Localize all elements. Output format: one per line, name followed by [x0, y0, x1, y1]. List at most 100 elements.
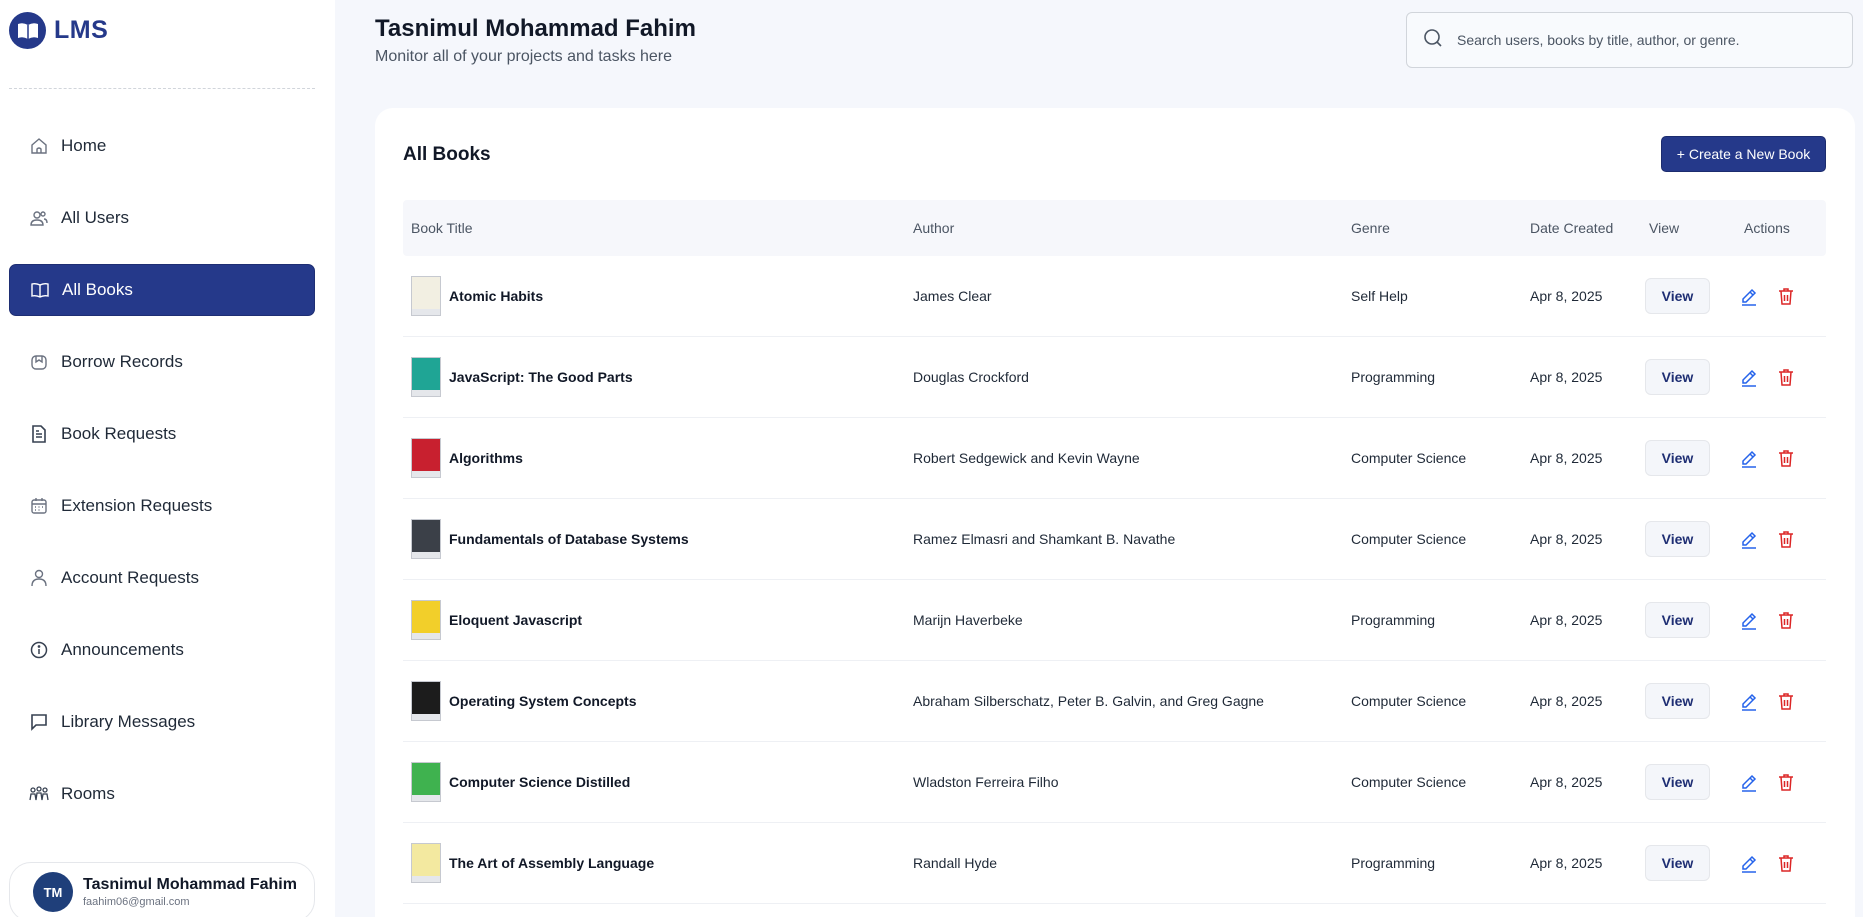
sidebar-item-label: Book Requests: [61, 424, 177, 443]
sidebar-item-all-books[interactable]: All Books: [9, 264, 315, 316]
book-cover-base: [412, 471, 440, 477]
book-cover-band: [412, 520, 440, 552]
column-header-author[interactable]: Author: [913, 220, 954, 236]
view-button[interactable]: View: [1645, 602, 1710, 638]
search-input[interactable]: [1457, 32, 1827, 48]
sidebar-item-all-users[interactable]: All Users: [9, 192, 315, 244]
view-button[interactable]: View: [1645, 278, 1710, 314]
column-header-date-created[interactable]: Date Created: [1530, 220, 1613, 236]
book-cover: [411, 600, 441, 640]
user-name: Tasnimul Mohammad Fahim: [83, 876, 297, 893]
book-logo-icon: [9, 12, 46, 49]
trash-icon[interactable]: [1776, 853, 1796, 873]
book-author: Robert Sedgewick and Kevin Wayne: [913, 450, 1140, 466]
user-icon: [29, 568, 49, 588]
table-row[interactable]: The Art of Assembly Language Randall Hyde…: [403, 823, 1826, 904]
edit-icon[interactable]: [1739, 691, 1759, 711]
sidebar-item-label: Home: [61, 136, 107, 155]
sidebar-item-rooms[interactable]: Rooms: [9, 768, 315, 820]
book-cover-base: [412, 876, 440, 882]
trash-icon[interactable]: [1776, 367, 1796, 387]
sidebar-item-announcements[interactable]: Announcements: [9, 624, 315, 676]
book-cover-band: [412, 844, 440, 876]
book-title: The Art of Assembly Language: [449, 855, 655, 871]
book-title: Computer Science Distilled: [449, 774, 631, 790]
book-cover-base: [412, 552, 440, 558]
table-row[interactable]: Computer Science Distilled Wladston Ferre…: [403, 742, 1826, 823]
trash-icon[interactable]: [1776, 448, 1796, 468]
sidebar-item-label: All Books: [62, 280, 133, 299]
column-header-book-title[interactable]: Book Title: [411, 220, 472, 236]
book-genre: Computer Science: [1351, 774, 1467, 790]
book-title-cell: Algorithms: [411, 418, 523, 498]
book-date-created: Apr 8, 2025: [1530, 774, 1603, 790]
book-author: Wladston Ferreira Filho: [913, 774, 1059, 790]
view-button[interactable]: View: [1645, 440, 1710, 476]
sidebar-item-home[interactable]: Home: [9, 120, 315, 172]
sidebar-item-book-requests[interactable]: Book Requests: [9, 408, 315, 460]
book-author: Marijn Haverbeke: [913, 612, 1023, 628]
book-cover-band: [412, 682, 440, 714]
book-title: Fundamentals of Database Systems: [449, 531, 689, 547]
book-cover: [411, 843, 441, 883]
section-title: All Books: [403, 144, 491, 165]
trash-icon[interactable]: [1776, 286, 1796, 306]
edit-icon[interactable]: [1739, 286, 1759, 306]
view-button[interactable]: View: [1645, 359, 1710, 395]
table-row[interactable]: Atomic Habits James Clear Self Help Apr 8, …: [403, 256, 1826, 337]
edit-icon[interactable]: [1739, 448, 1759, 468]
book-author: James Clear: [913, 288, 992, 304]
trash-icon[interactable]: [1776, 772, 1796, 792]
create-book-button[interactable]: + Create a New Book: [1661, 136, 1826, 172]
table-row[interactable]: JavaScript: The Good Parts Douglas Crockf…: [403, 337, 1826, 418]
sidebar-item-label: All Users: [61, 208, 130, 227]
table-row[interactable]: Eloquent Javascript Marijn Haverbeke Progr…: [403, 580, 1826, 661]
book-title-cell: Computer Science Distilled: [411, 742, 630, 822]
book-genre: Programming: [1351, 612, 1436, 628]
column-header-genre[interactable]: Genre: [1351, 220, 1390, 236]
sidebar-item-account-requests[interactable]: Account Requests: [9, 552, 315, 604]
book-cover: [411, 276, 441, 316]
book-genre: Computer Science: [1351, 450, 1467, 466]
book-cover-base: [412, 309, 440, 315]
sidebar-item-borrow-records[interactable]: Borrow Records: [9, 336, 315, 388]
view-button[interactable]: View: [1645, 683, 1710, 719]
edit-icon[interactable]: [1739, 367, 1759, 387]
book-genre: Programming: [1351, 369, 1436, 385]
edit-icon[interactable]: [1739, 610, 1759, 630]
book-date-created: Apr 8, 2025: [1530, 693, 1603, 709]
edit-icon[interactable]: [1739, 529, 1759, 549]
table-row[interactable]: Algorithms Robert Sedgewick and Kevin Way…: [403, 418, 1826, 499]
book-cover-base: [412, 390, 440, 396]
view-button[interactable]: View: [1645, 521, 1710, 557]
sidebar-item-extension-requests[interactable]: Extension Requests: [9, 480, 315, 532]
sidebar-nav: Home All Users All Books Borrow Records …: [9, 120, 315, 840]
book-cover-band: [412, 601, 440, 633]
book-author: Douglas Crockford: [913, 369, 1029, 385]
sidebar-item-label: Library Messages: [61, 712, 196, 731]
view-button[interactable]: View: [1645, 845, 1710, 881]
trash-icon[interactable]: [1776, 610, 1796, 630]
table-row[interactable]: Fundamentals of Database Systems Ramez El…: [403, 499, 1826, 580]
user-email: faahim06@gmail.com: [83, 896, 190, 908]
home-icon: [29, 136, 49, 156]
book-cover-base: [412, 795, 440, 801]
borrow-icon: [29, 352, 49, 372]
brand[interactable]: LMS: [9, 12, 108, 49]
book-title-cell: The Art of Assembly Language: [411, 823, 654, 903]
search-box[interactable]: [1406, 12, 1853, 68]
view-button[interactable]: View: [1645, 764, 1710, 800]
trash-icon[interactable]: [1776, 529, 1796, 549]
book-author: Ramez Elmasri and Shamkant B. Navathe: [913, 531, 1176, 547]
edit-icon[interactable]: [1739, 772, 1759, 792]
brand-name: LMS: [54, 16, 109, 44]
book-title-cell: Eloquent Javascript: [411, 580, 582, 660]
trash-icon[interactable]: [1776, 691, 1796, 711]
sidebar-item-library-messages[interactable]: Library Messages: [9, 696, 315, 748]
table-row[interactable]: Operating System Concepts Abraham Silbers…: [403, 661, 1826, 742]
book-title-cell: Operating System Concepts: [411, 661, 637, 741]
book-title: Operating System Concepts: [449, 693, 637, 709]
user-profile-card[interactable]: TM Tasnimul Mohammad Fahim faahim06@gmai…: [9, 862, 315, 917]
edit-icon[interactable]: [1739, 853, 1759, 873]
file-text-icon: [29, 424, 49, 444]
